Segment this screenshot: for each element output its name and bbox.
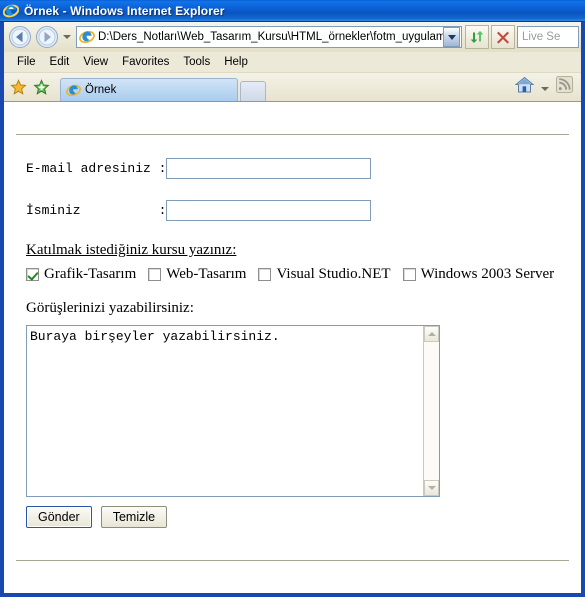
home-icon[interactable] — [514, 76, 535, 99]
address-chevron-down-icon[interactable] — [443, 27, 460, 47]
menu-item-view[interactable]: View — [76, 54, 115, 70]
browser-chrome: D:\Ders_Notları\Web_Tasarım_Kursu\HTML_ö… — [4, 22, 581, 593]
checkbox-web-tasarim[interactable] — [148, 268, 162, 281]
checkbox-visual-studio-net[interactable] — [258, 268, 272, 281]
star-icon[interactable] — [10, 78, 27, 96]
address-toolbar: D:\Ders_Notları\Web_Tasarım_Kursu\HTML_ö… — [4, 22, 581, 52]
checkbox-item-windows-2003-server[interactable]: Windows 2003 Server — [402, 266, 555, 283]
menu-item-file[interactable]: File — [10, 54, 43, 70]
favorites-toolbar — [4, 73, 60, 101]
email-field[interactable] — [166, 158, 372, 179]
checkbox-item-grafik-tasarim[interactable]: Grafik-Tasarım — [26, 266, 136, 283]
address-text: D:\Ders_Notları\Web_Tasarım_Kursu\HTML_ö… — [98, 31, 443, 43]
stop-icon[interactable] — [491, 25, 515, 49]
checkbox-heading: Katılmak istediğiniz kursu yazınız: — [26, 242, 237, 258]
checkbox-windows-2003-server[interactable] — [402, 268, 416, 281]
page-viewport: E-mail adresiniz : İsminiz : Katılmak is… — [4, 101, 581, 593]
field-row-spacer — [26, 179, 371, 200]
reset-button[interactable]: Temizle — [100, 506, 168, 528]
menu-item-tools[interactable]: Tools — [176, 54, 217, 70]
star-plus-icon[interactable] — [33, 78, 50, 96]
web-page: E-mail adresiniz : İsminiz : Katılmak is… — [4, 134, 581, 593]
tab-ornek[interactable]: Örnek — [60, 78, 238, 101]
textarea-section: Görüşlerinizi yazabilirsiniz: Buraya bir… — [26, 299, 581, 497]
bottom-horizontal-rule — [16, 560, 569, 562]
checkbox-grafik-tasarim[interactable] — [26, 268, 39, 281]
field-table: E-mail adresiniz : İsminiz : — [26, 158, 372, 221]
form: E-mail adresiniz : İsminiz : Katılmak is… — [4, 158, 581, 528]
email-field-label: E-mail adresiniz : — [26, 161, 167, 176]
checkbox-item-web-tasarim[interactable]: Web-Tasarım — [148, 266, 246, 283]
window-frame: D:\Ders_Notları\Web_Tasarım_Kursu\HTML_ö… — [0, 22, 585, 597]
rss-feed-icon[interactable] — [556, 76, 573, 98]
search-placeholder: Live Se — [522, 31, 561, 43]
top-horizontal-rule — [16, 134, 569, 136]
checkbox-item-visual-studio-net[interactable]: Visual Studio.NET — [258, 266, 391, 283]
address-bar[interactable]: D:\Ders_Notları\Web_Tasarım_Kursu\HTML_ö… — [76, 26, 462, 48]
field-row-name: İsminiz : — [26, 200, 372, 221]
home-chevron-down-icon[interactable] — [541, 78, 549, 96]
field-row-email: E-mail adresiniz : — [26, 158, 372, 179]
scroll-up-icon[interactable] — [424, 326, 439, 342]
tab-bar: Örnek — [4, 73, 581, 101]
comments-textarea-value[interactable]: Buraya birşeyler yazabilirsiniz. — [27, 326, 423, 496]
checkbox-label: Visual Studio.NET — [276, 266, 391, 282]
form-buttons: Gönder Temizle — [26, 506, 581, 528]
browser-window: Örnek - Windows Internet Explorer D:\Der… — [0, 0, 585, 597]
scrollbar-track[interactable] — [424, 342, 439, 480]
scroll-down-icon[interactable] — [424, 480, 439, 496]
checkbox-label: Grafik-Tasarım — [44, 266, 137, 282]
menu-item-edit[interactable]: Edit — [43, 54, 77, 70]
recent-pages-chevron-down-icon[interactable] — [60, 26, 74, 48]
submit-button[interactable]: Gönder — [26, 506, 92, 528]
comments-textarea[interactable]: Buraya birşeyler yazabilirsiniz. — [26, 325, 440, 497]
name-field[interactable] — [166, 200, 372, 221]
new-tab-icon[interactable] — [240, 81, 266, 101]
textarea-scrollbar[interactable] — [423, 326, 439, 496]
title-bar: Örnek - Windows Internet Explorer — [0, 0, 585, 22]
tab-internet-explorer-icon — [66, 83, 81, 98]
checkbox-label: Web-Tasarım — [166, 266, 247, 282]
checkbox-section: Katılmak istediğiniz kursu yazınız: Graf… — [26, 241, 581, 283]
menu-item-favorites[interactable]: Favorites — [115, 54, 176, 70]
tab-bar-actions — [508, 73, 581, 101]
tab-label: Örnek — [85, 84, 117, 96]
window-title: Örnek - Windows Internet Explorer — [24, 3, 225, 18]
checkbox-label: Windows 2003 Server — [420, 266, 555, 282]
checkbox-group: Grafik-Tasarım Web-Tasarım Visual Studio… — [26, 266, 581, 283]
forward-arrow-icon[interactable] — [33, 25, 60, 50]
refresh-icon[interactable] — [465, 25, 489, 49]
textarea-heading: Görüşlerinizi yazabilirsiniz: — [26, 300, 194, 316]
name-field-label: İsminiz : — [26, 203, 167, 218]
address-internet-explorer-icon — [79, 29, 95, 45]
back-arrow-icon[interactable] — [6, 25, 33, 50]
search-input[interactable]: Live Se — [517, 26, 579, 48]
menu-bar: File Edit View Favorites Tools Help — [4, 52, 581, 73]
internet-explorer-icon — [3, 3, 19, 19]
menu-item-help[interactable]: Help — [217, 54, 255, 70]
